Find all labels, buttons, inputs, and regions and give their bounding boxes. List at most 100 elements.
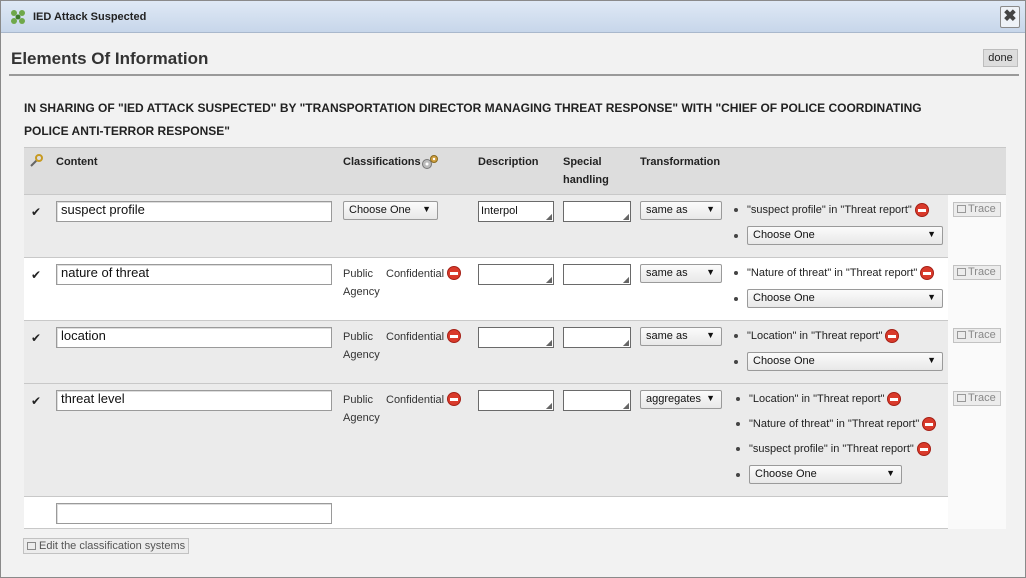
content-input[interactable]: nature of threat [56, 264, 332, 285]
dropdown-arrow-icon: ▼ [706, 330, 715, 340]
row-checkbox[interactable]: ✔ [31, 332, 43, 344]
special-handling-textarea[interactable]: ◢ [563, 264, 631, 285]
dropdown-arrow-icon: ▼ [706, 267, 715, 277]
description-textarea[interactable]: Interpol ◢ [478, 201, 554, 222]
new-content-input[interactable] [56, 503, 332, 524]
resize-grip-icon: ◢ [622, 212, 629, 221]
transformation-select[interactable]: same as ▼ [640, 201, 722, 220]
remove-icon[interactable] [920, 266, 934, 280]
table-row: ✔ suspect profile Choose One ▼ Interpol … [24, 195, 948, 258]
select-value: same as [646, 204, 688, 216]
dropdown-arrow-icon: ▼ [927, 355, 936, 365]
edit-classification-systems-button[interactable]: Edit the classification systems [23, 538, 189, 554]
close-button[interactable]: ✖ [1000, 6, 1020, 28]
classification-system-label: Agency [343, 412, 380, 424]
divider [9, 74, 1019, 76]
new-row [24, 497, 948, 529]
select-value: aggregates [646, 393, 702, 405]
remove-icon[interactable] [447, 266, 461, 280]
title-bar: IED Attack Suspected ✖ [1, 1, 1025, 33]
header-special-handling-2: handling [563, 174, 609, 186]
classification-system-label: Agency [343, 349, 380, 361]
gears-icon[interactable] [421, 154, 439, 170]
description-textarea[interactable]: ◢ [478, 327, 554, 348]
classification-select[interactable]: Choose One ▼ [343, 201, 438, 220]
remove-icon[interactable] [447, 392, 461, 406]
window-icon [27, 542, 36, 550]
dropdown-arrow-icon: ▼ [886, 468, 895, 478]
row-checkbox[interactable]: ✔ [31, 206, 43, 218]
trace-button[interactable]: Trace [953, 265, 1001, 280]
select-value: same as [646, 267, 688, 279]
source-select[interactable]: Choose One ▼ [747, 226, 943, 245]
select-value: Choose One [753, 355, 815, 367]
dropdown-arrow-icon: ▼ [706, 204, 715, 214]
row-checkbox[interactable]: ✔ [31, 269, 43, 281]
trace-label: Trace [968, 392, 996, 404]
transformation-select[interactable]: aggregates ▼ [640, 390, 722, 409]
bullet [734, 360, 738, 364]
description-textarea[interactable]: ◢ [478, 390, 554, 411]
resize-grip-icon: ◢ [545, 212, 552, 221]
trace-label: Trace [968, 266, 996, 278]
header-special-handling-1: Special [563, 156, 602, 168]
remove-icon[interactable] [887, 392, 901, 406]
content-input[interactable]: suspect profile [56, 201, 332, 222]
done-button[interactable]: done [983, 49, 1018, 67]
row-checkbox[interactable]: ✔ [31, 395, 43, 407]
panel-title: Elements Of Information [11, 49, 209, 68]
source-reference: "Location" in "Threat report" [747, 330, 883, 342]
remove-icon[interactable] [917, 442, 931, 456]
trace-label: Trace [968, 329, 996, 341]
source-reference: "Nature of threat" in "Threat report" [747, 267, 918, 279]
trace-label: Trace [968, 203, 996, 215]
classification-system-label: Public [343, 331, 373, 343]
source-select[interactable]: Choose One ▼ [747, 352, 943, 371]
bullet [734, 271, 738, 275]
select-value: Choose One [753, 229, 815, 241]
source-reference: "Nature of threat" in "Threat report" [749, 418, 920, 430]
special-handling-textarea[interactable]: ◢ [563, 327, 631, 348]
bullet [736, 422, 740, 426]
dropdown-arrow-icon: ▼ [927, 292, 936, 302]
content-input[interactable]: threat level [56, 390, 332, 411]
remove-icon[interactable] [922, 417, 936, 431]
dialog-window: IED Attack Suspected ✖ Elements Of Infor… [0, 0, 1026, 578]
description-textarea[interactable]: ◢ [478, 264, 554, 285]
classification-level-label: Confidential [386, 268, 445, 280]
source-select[interactable]: Choose One ▼ [747, 289, 943, 308]
bullet [734, 297, 738, 301]
select-value: Choose One [753, 292, 815, 304]
trace-button[interactable]: Trace [953, 202, 1001, 217]
table-row: ✔ threat level Public Agency Confidentia… [24, 384, 948, 497]
resize-grip-icon: ◢ [622, 401, 629, 410]
bullet [734, 208, 738, 212]
dropdown-arrow-icon: ▼ [927, 229, 936, 239]
special-handling-textarea[interactable]: ◢ [563, 390, 631, 411]
classification-system-label: Public [343, 394, 373, 406]
transformation-select[interactable]: same as ▼ [640, 264, 722, 283]
dialog-content: Elements Of Information done In sharing … [3, 35, 1023, 575]
remove-icon[interactable] [915, 203, 929, 217]
bullet [736, 447, 740, 451]
source-reference: "Location" in "Threat report" [749, 393, 885, 405]
select-value: Choose One [349, 204, 411, 216]
classification-level-label: Confidential [386, 394, 445, 406]
remove-icon[interactable] [885, 329, 899, 343]
resize-grip-icon: ◢ [545, 275, 552, 284]
select-value: same as [646, 330, 688, 342]
classification-system-label: Agency [343, 286, 380, 298]
table-header: Content Classifications Description Spec… [24, 147, 1006, 195]
wrench-icon[interactable] [29, 154, 43, 168]
dropdown-arrow-icon: ▼ [706, 393, 715, 403]
edit-classification-label: Edit the classification systems [39, 540, 186, 552]
source-select[interactable]: Choose One ▼ [749, 465, 902, 484]
trace-button[interactable]: Trace [953, 328, 1001, 343]
remove-icon[interactable] [447, 329, 461, 343]
trace-button[interactable]: Trace [953, 391, 1001, 406]
content-input[interactable]: location [56, 327, 332, 348]
dropdown-arrow-icon: ▼ [422, 204, 431, 214]
special-handling-textarea[interactable]: ◢ [563, 201, 631, 222]
transformation-select[interactable]: same as ▼ [640, 327, 722, 346]
bullet [736, 397, 740, 401]
